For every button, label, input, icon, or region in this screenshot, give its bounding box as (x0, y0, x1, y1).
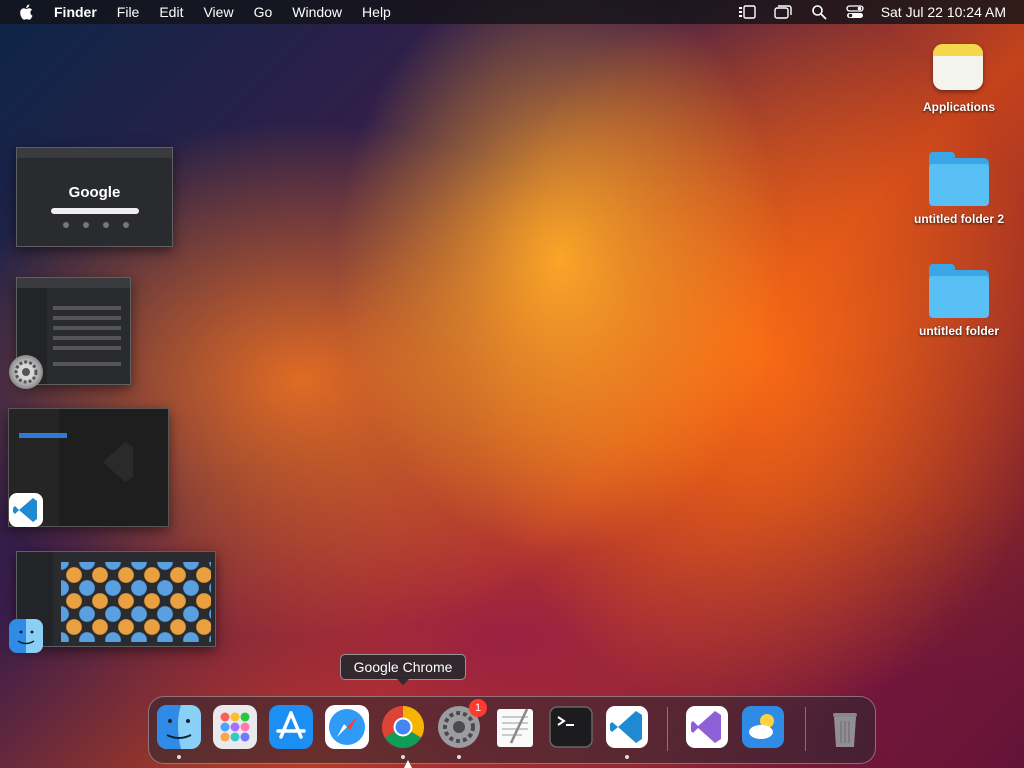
google-logo-text: Google (68, 184, 121, 201)
menu-view[interactable]: View (203, 4, 233, 20)
desktop-icon-applications[interactable]: Applications (904, 40, 1014, 114)
dock-safari[interactable] (323, 703, 371, 751)
app-store-icon (269, 705, 313, 749)
chrome-window-thumbnail[interactable]: Google (16, 147, 173, 247)
dock-launchpad[interactable] (211, 703, 259, 751)
safari-icon (325, 705, 369, 749)
dock-vscode[interactable] (603, 703, 651, 751)
dock-chrome[interactable] (379, 703, 427, 751)
finder-window-thumbnail[interactable] (16, 551, 216, 647)
menu-clock[interactable]: Sat Jul 22 10:24 AM (881, 4, 1006, 20)
running-indicator (457, 755, 461, 759)
window-switch-icon[interactable] (773, 4, 793, 20)
apple-menu-icon[interactable] (18, 3, 36, 21)
dock-app-store[interactable] (267, 703, 315, 751)
vscode-icon (9, 493, 43, 527)
menu-bar: Finder File Edit View Go Window Help Sat… (0, 0, 1024, 24)
dock-trash[interactable] (821, 703, 869, 751)
tooltip-arrow (396, 678, 410, 685)
dock-textedit[interactable] (491, 703, 539, 751)
vscode-icon (606, 706, 648, 748)
dock-visual-studio[interactable] (683, 703, 731, 751)
launchpad-icon (213, 705, 257, 749)
system-settings-icon (9, 355, 43, 389)
mouse-cursor (404, 760, 412, 768)
desktop-icon-label: Applications (922, 100, 995, 114)
desktop-icon-label: untitled folder 2 (914, 212, 1004, 226)
search-box-mini (51, 208, 139, 214)
dock-terminal[interactable] (547, 703, 595, 751)
finder-icon (9, 619, 43, 653)
dock-separator (805, 707, 806, 751)
folder-icon (927, 264, 991, 320)
menu-edit[interactable]: Edit (159, 4, 183, 20)
desktop-icon-untitled-folder-2[interactable]: untitled folder 2 (904, 152, 1014, 226)
dock-separator (667, 707, 668, 751)
stage-manager-icon[interactable] (737, 4, 757, 20)
finder-icon (157, 705, 201, 749)
menu-file[interactable]: File (117, 4, 140, 20)
notification-badge: 1 (469, 699, 487, 717)
desktop-icon-label: untitled folder (919, 324, 999, 338)
vscode-watermark-icon (103, 442, 133, 482)
desktop-icon-untitled-folder[interactable]: untitled folder (904, 264, 1014, 338)
dock-tooltip: Google Chrome (340, 654, 466, 680)
visual-studio-icon (686, 706, 728, 748)
menu-go[interactable]: Go (254, 4, 273, 20)
dock-weather[interactable] (739, 703, 787, 751)
running-indicator (625, 755, 629, 759)
folder-icon (927, 152, 991, 208)
app-grid-preview (61, 562, 211, 642)
running-indicator (401, 755, 405, 759)
applications-icon (927, 40, 991, 96)
dock: 1 (148, 696, 876, 764)
terminal-icon (549, 706, 593, 748)
control-center-icon[interactable] (845, 4, 865, 20)
menu-app-name[interactable]: Finder (54, 4, 97, 20)
textedit-icon (497, 708, 533, 747)
menu-help[interactable]: Help (362, 4, 391, 20)
trash-icon (833, 713, 857, 747)
menu-window[interactable]: Window (292, 4, 342, 20)
chrome-icon (381, 706, 425, 749)
dock-system-settings[interactable]: 1 (435, 699, 487, 751)
spotlight-search-icon[interactable] (809, 4, 829, 20)
running-indicator (177, 755, 181, 759)
dock-finder[interactable] (155, 703, 203, 751)
weather-icon (742, 706, 784, 748)
